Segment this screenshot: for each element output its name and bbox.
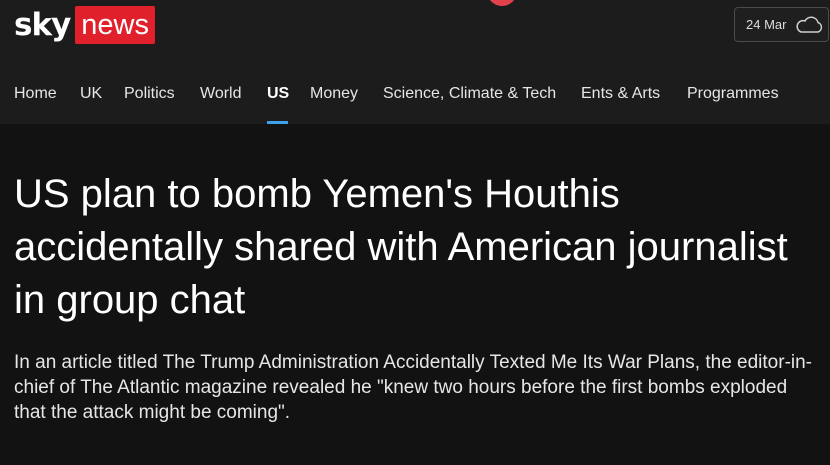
logo-news-text: news	[75, 6, 155, 44]
logo-sky-text: sky	[14, 7, 71, 43]
nav-item-programmes[interactable]: Programmes	[687, 82, 779, 106]
cloud-icon	[794, 15, 824, 35]
nav-item-money[interactable]: Money	[310, 82, 358, 106]
weather-date: 24 Mar	[746, 17, 787, 32]
weather-widget[interactable]: 24 Mar	[734, 7, 829, 42]
nav-item-world[interactable]: World	[200, 82, 242, 106]
notification-dot	[487, 0, 517, 6]
nav-active-indicator	[267, 121, 288, 124]
nav-item-ents-arts[interactable]: Ents & Arts	[581, 82, 660, 106]
nav-item-home[interactable]: Home	[14, 82, 57, 106]
nav-item-science-climate-tech[interactable]: Science, Climate & Tech	[383, 82, 556, 106]
site-header: sky news 24 Mar Home UK Politics World U…	[0, 0, 830, 124]
sky-news-logo[interactable]: sky news	[14, 6, 155, 44]
nav-item-uk[interactable]: UK	[80, 82, 102, 106]
article-headline: US plan to bomb Yemen's Houthis accident…	[14, 172, 788, 322]
nav-item-politics[interactable]: Politics	[124, 82, 175, 106]
article-standfirst: In an article titled The Trump Administr…	[14, 352, 813, 423]
nav-item-us[interactable]: US	[267, 82, 289, 106]
